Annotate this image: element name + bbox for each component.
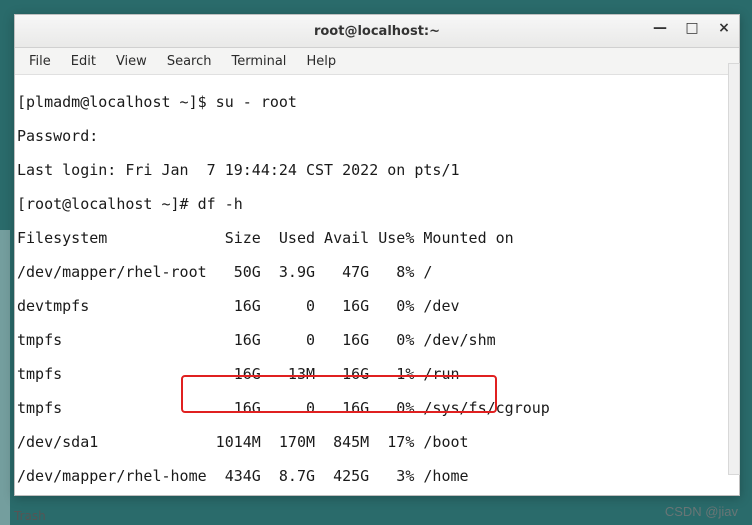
terminal-output[interactable]: [plmadm@localhost ~]$ su - root Password… bbox=[15, 75, 739, 495]
term-line: [root@localhost ~]# df -h bbox=[17, 196, 737, 213]
terminal-scrollbar[interactable] bbox=[728, 63, 740, 475]
menu-view[interactable]: View bbox=[106, 51, 157, 72]
term-line: tmpfs 16G 0 16G 0% /dev/shm bbox=[17, 332, 737, 349]
window-title: root@localhost:~ bbox=[314, 24, 440, 39]
term-line: Filesystem Size Used Avail Use% Mounted … bbox=[17, 230, 737, 247]
term-line: Last login: Fri Jan 7 19:44:24 CST 2022 … bbox=[17, 162, 737, 179]
desktop-trash-label[interactable]: Trash bbox=[14, 509, 46, 523]
term-line: tmpfs 16G 13M 16G 1% /run bbox=[17, 366, 737, 383]
minimize-button[interactable]: — bbox=[651, 19, 669, 37]
close-button[interactable]: × bbox=[715, 19, 733, 37]
watermark-text: CSDN @jiav bbox=[665, 504, 738, 519]
term-line: tmpfs 16G 0 16G 0% /sys/fs/cgroup bbox=[17, 400, 737, 417]
menu-bar: File Edit View Search Terminal Help bbox=[15, 48, 739, 75]
desktop-background: root@localhost:~ — □ × File Edit View Se… bbox=[0, 0, 752, 525]
term-line: devtmpfs 16G 0 16G 0% /dev bbox=[17, 298, 737, 315]
menu-terminal[interactable]: Terminal bbox=[221, 51, 296, 72]
window-controls: — □ × bbox=[651, 19, 733, 37]
side-dock bbox=[0, 230, 10, 525]
terminal-window: root@localhost:~ — □ × File Edit View Se… bbox=[14, 14, 740, 496]
menu-edit[interactable]: Edit bbox=[61, 51, 106, 72]
term-line: /dev/mapper/rhel-root 50G 3.9G 47G 8% / bbox=[17, 264, 737, 281]
menu-search[interactable]: Search bbox=[157, 51, 222, 72]
term-line: /dev/mapper/rhel-home 434G 8.7G 425G 3% … bbox=[17, 468, 737, 485]
maximize-button[interactable]: □ bbox=[683, 19, 701, 37]
term-line: /dev/sda1 1014M 170M 845M 17% /boot bbox=[17, 434, 737, 451]
menu-file[interactable]: File bbox=[19, 51, 61, 72]
term-line: [plmadm@localhost ~]$ su - root bbox=[17, 94, 737, 111]
menu-help[interactable]: Help bbox=[296, 51, 346, 72]
window-titlebar[interactable]: root@localhost:~ — □ × bbox=[15, 15, 739, 48]
term-line: Password: bbox=[17, 128, 737, 145]
